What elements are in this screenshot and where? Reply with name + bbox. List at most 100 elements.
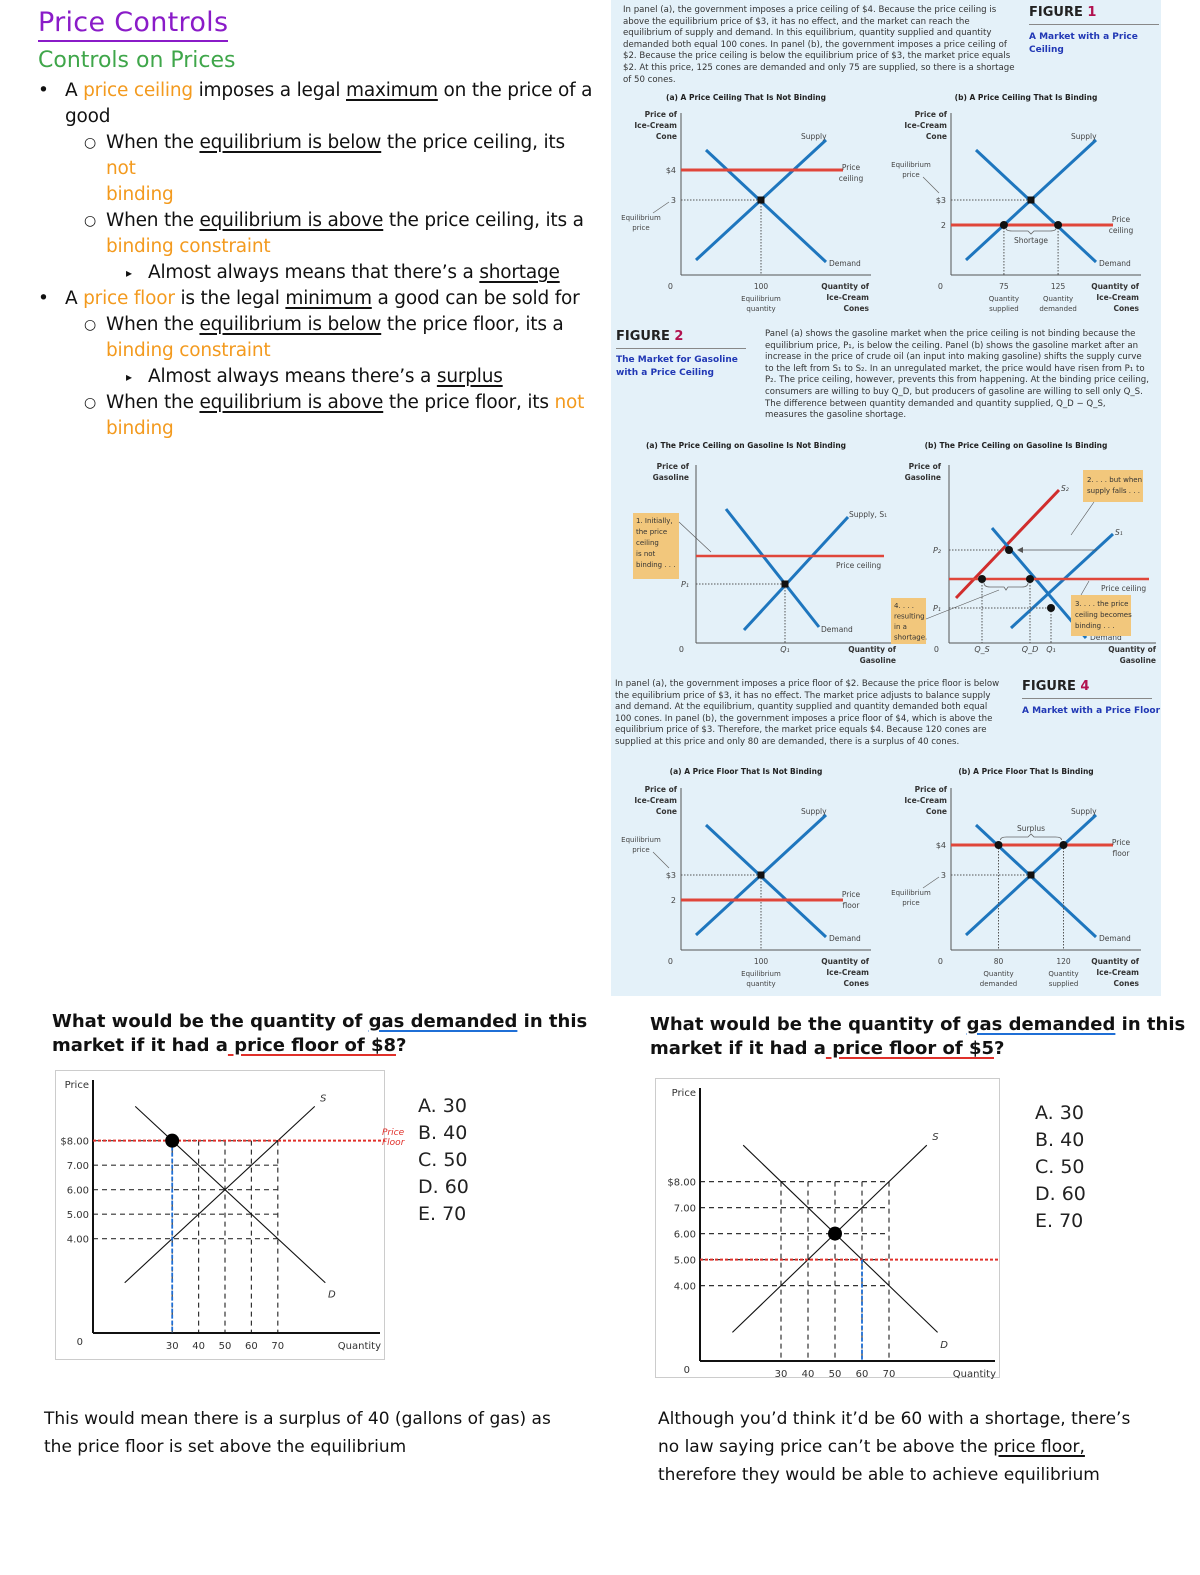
chart-frame [655,1078,1000,1378]
price-control-label: Price [842,890,861,899]
demand-curve [704,823,828,939]
x-tick-label: 70 [883,1369,896,1380]
callout-line [922,876,940,889]
figure2-subtitle-line: The Market for Gasoline [616,355,738,365]
y-axis-label: Ice-Cream [904,121,947,130]
figure2-subtitle-line: with a Price Ceiling [616,367,714,378]
y-tick-label: 6.00 [674,1230,696,1241]
highlighted-term: not [554,392,585,413]
x-axis-label: Quantity [338,1341,381,1352]
note-text: When the [106,132,200,153]
figure4-panel-b-chart: Price of Ice-Cream Cone Quantity of Ice-Crea… [891,785,1141,988]
x-axis-label: Quantity of [821,957,870,966]
note-line: ○ When the equilibrium is below the price… [38,130,598,182]
option-b[interactable]: B. 40 [418,1120,469,1147]
y-tick-label: 4.00 [67,1235,89,1246]
figure2-panel-a-title: (a) The Price Ceiling on Gasoline Is Not… [645,441,847,450]
equilibrium-price-label: price [902,171,919,179]
notes-list: • A price ceiling imposes a legal maximum… [38,78,598,442]
y-tick-label: 6.00 [67,1186,89,1197]
price-tick-label: 2 [941,221,946,230]
option-e[interactable]: E. 70 [418,1201,469,1228]
y-axis-label: Price of [645,110,678,119]
notes-subtitle: Controls on Prices [38,48,236,73]
figure-number: 2 [674,329,684,344]
equilibrium-price-label: price [632,224,649,232]
x-tick-label: 50 [829,1369,842,1380]
title-underlined-blue: gas demanded [966,1014,1116,1035]
note-line: good [38,104,598,130]
demand-curve [724,508,821,628]
price-control-label: Price [1112,215,1131,224]
highlighted-term: binding [106,184,174,205]
qty-label: demanded [980,980,1018,988]
price-control-label: Price [1112,838,1131,847]
underlined-term: minimum [285,288,372,309]
demand-curve [974,148,1098,264]
option-b[interactable]: B. 40 [1035,1127,1086,1154]
note-text: supply falls . . . [1087,487,1140,495]
demand-curve [704,148,828,264]
note-text: When the [106,210,200,231]
price-tick-label: 3 [941,871,946,880]
option-d[interactable]: D. 60 [418,1174,469,1201]
arrow-head-icon [1017,547,1023,553]
underlined-term: shortage [479,262,560,283]
question1-answer-note: This would mean there is a surplus of 40… [44,1409,551,1457]
bullet-icon: ○ [84,317,97,333]
note-text: ceiling becomes [1075,611,1132,619]
note-text: a good can be sold for [371,288,580,309]
p1-label: P₁ [681,580,689,589]
textbook-figures: In panel (a), the government imposes a p… [611,0,1161,996]
option-d[interactable]: D. 60 [1035,1181,1086,1208]
equilibrium-point [781,580,789,588]
annotation-line: Floor [382,1138,405,1148]
note-text: 2. . . . but when [1087,476,1142,484]
origin-label: 0 [668,957,673,966]
option-a[interactable]: A. 30 [1035,1100,1086,1127]
x-axis-label: Cones [1113,304,1139,313]
x-axis-label: Cones [843,979,869,988]
highlighted-term: binding constraint [106,236,271,257]
s2-label: S₂ [1061,484,1069,493]
option-e[interactable]: E. 70 [1035,1208,1086,1235]
supply-label: S [320,1093,327,1104]
equilibrium-point [757,871,765,879]
note-text: A [65,80,84,101]
x-axis-label: Quantity of [1108,645,1157,654]
option-c[interactable]: C. 50 [1035,1154,1086,1181]
figure4-heading: FIGURE 4 [1022,679,1152,699]
equilibrium-price-label: Equilibrium [891,161,931,169]
equilibrium-qty-label: quantity [746,980,775,988]
note-text: good [65,106,111,127]
note-text: 1. Initially, [636,517,673,525]
note-text: the price floor, its [383,392,555,413]
x-axis-label: Cones [843,304,869,313]
qty-tick-label: 125 [1051,282,1066,291]
y-axis-label: Gasoline [653,473,689,482]
highlight-point [828,1226,842,1241]
demand-label: Demand [1099,259,1131,268]
option-a[interactable]: A. 30 [418,1093,469,1120]
price-tick-label: 3 [671,196,676,205]
question2-title: What would be the quantity of gas demand… [650,1013,1185,1061]
y-axis-label: Ice-Cream [634,121,677,130]
bullet-icon: ○ [84,213,97,229]
figure1-panel-a-chart: Price of Ice-Cream Cone Quantity of Ice-Crea… [621,110,871,313]
demand-label: D [328,1289,336,1300]
option-c[interactable]: C. 50 [418,1147,469,1174]
figure1-panel-b-title: (b) A Price Ceiling That Is Binding [954,93,1098,102]
figure-number: 1 [1087,5,1097,20]
figure-label: FIGURE [616,329,670,344]
note-text: ceiling [636,539,659,547]
qty-tick-label: 100 [754,282,769,291]
y-axis-label: Cone [656,132,677,141]
chart-frame [55,1070,385,1360]
x-axis-label: Quantity [953,1369,996,1380]
equilibrium-point [757,196,765,204]
annotation-line: Price [382,1128,405,1138]
qty-tick-label: 80 [994,957,1004,966]
p2-point [1005,546,1013,554]
equilibrium-point [1027,871,1035,879]
bullet-icon: ○ [84,135,97,151]
